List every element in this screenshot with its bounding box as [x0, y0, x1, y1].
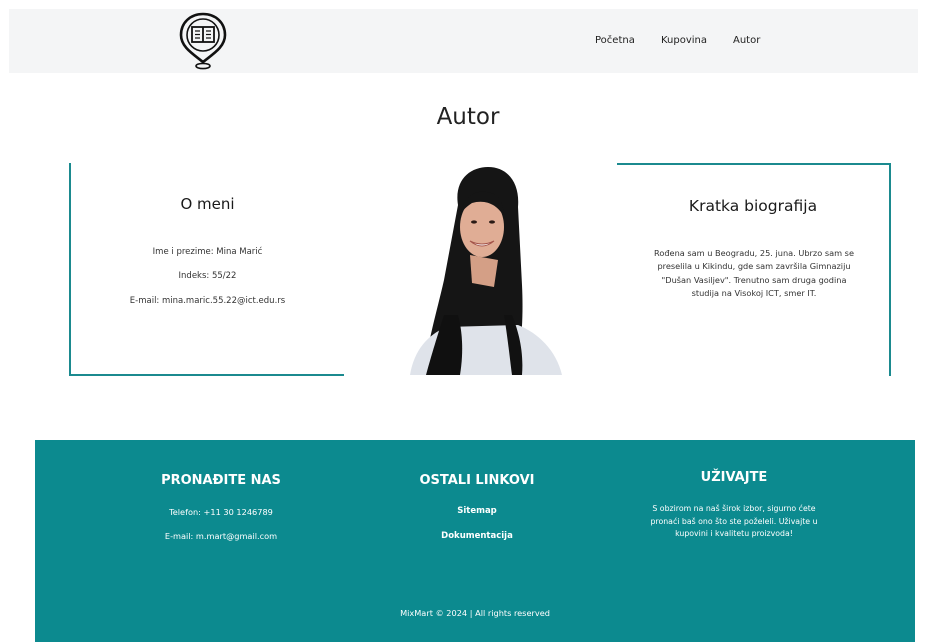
footer-other-links-heading: OSTALI LINKOVI [419, 473, 535, 488]
author-photo [410, 167, 562, 375]
biography-heading: Kratka biografija [688, 197, 818, 215]
footer-copyright: MixMart © 2024 | All rights reserved [400, 608, 550, 618]
footer-email: E-mail: m.mart@gmail.com [164, 531, 278, 541]
nav-link-kupovina[interactable]: Kupovina [661, 35, 707, 46]
name-line: Ime i prezime: Mina Marić [152, 247, 263, 257]
footer-find-us-heading: PRONAĐITE NAS [161, 473, 281, 488]
footer-link-dokumentacija[interactable]: Dokumentacija [377, 531, 577, 541]
footer-enjoy-heading: UŽIVAJTE [700, 470, 768, 485]
book-location-logo-icon[interactable] [178, 11, 228, 71]
site-header: Početna Kupovina Autor [9, 9, 918, 73]
nav-link-autor[interactable]: Autor [733, 35, 760, 46]
page-title: Autor [436, 104, 500, 130]
nav-link-pocetna[interactable]: Početna [595, 35, 635, 46]
about-heading: O meni [180, 195, 235, 213]
email-line: E-mail: mina.maric.55.22@ict.edu.rs [129, 296, 286, 306]
footer-link-sitemap[interactable]: Sitemap [377, 506, 577, 516]
footer-phone: Telefon: +11 30 1246789 [169, 507, 273, 517]
biography-text: Rođena sam u Beogradu, 25. juna. Ubrzo s… [654, 248, 854, 299]
site-footer: PRONAĐITE NAS Telefon: +11 30 1246789 E-… [35, 440, 915, 642]
about-card: O meni Ime i prezime: Mina Marić Indeks:… [69, 163, 344, 376]
footer-enjoy-text: S obzirom na naš širok izbor, sigurno će… [650, 504, 818, 539]
biography-card: Kratka biografija Rođena sam u Beogradu,… [617, 163, 891, 376]
index-line: Indeks: 55/22 [178, 271, 237, 281]
